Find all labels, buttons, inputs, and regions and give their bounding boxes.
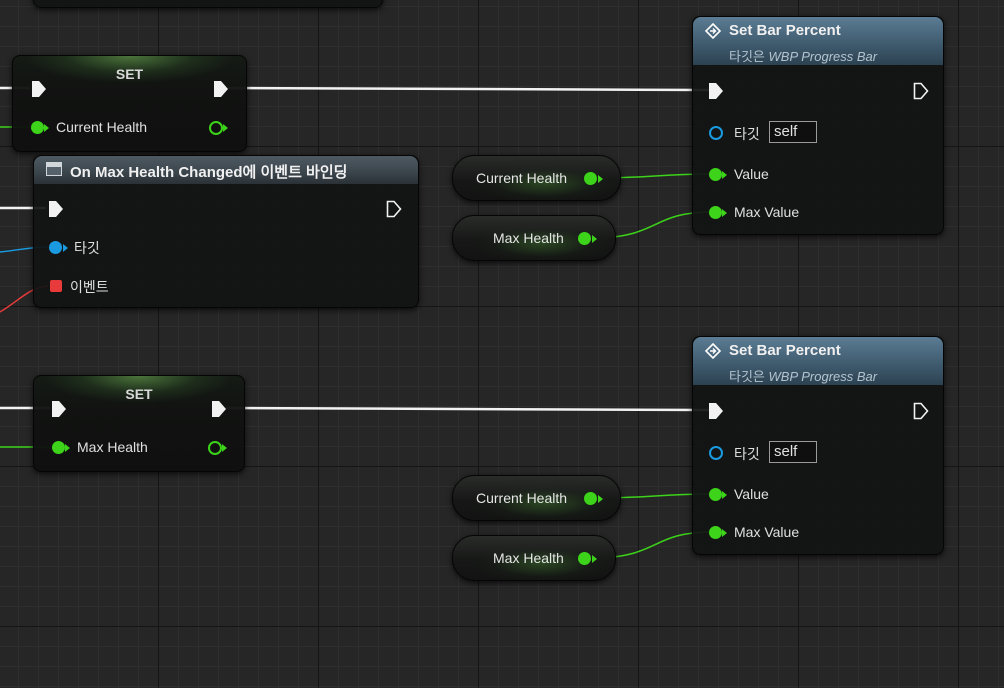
target-self-field[interactable]: self <box>769 121 817 143</box>
getter-output-pin[interactable] <box>584 492 597 505</box>
exec-out-pin[interactable] <box>913 82 929 100</box>
max-value-pin[interactable] <box>709 526 722 539</box>
pin-arrow-icon <box>63 244 68 252</box>
getter-label: Current Health <box>476 170 568 186</box>
exec-out-pin[interactable] <box>211 400 227 418</box>
max-health-output-pin[interactable] <box>208 441 222 455</box>
exec-in-pin[interactable] <box>48 200 64 218</box>
exec-wire <box>227 86 711 92</box>
max-value-pin[interactable] <box>709 206 722 219</box>
function-icon <box>705 23 721 39</box>
event-delegate-pin[interactable] <box>50 280 62 292</box>
function-subtitle: 타깃은 WBP Progress Bar <box>729 46 877 65</box>
max-health-input-pin[interactable] <box>52 441 65 454</box>
target-pin[interactable] <box>709 126 723 140</box>
set-node-title: SET <box>13 56 246 92</box>
exec-in-pin[interactable] <box>708 402 724 420</box>
target-label: 타깃 <box>734 126 760 142</box>
function-header: Set Bar Percent 타깃은 WBP Progress Bar <box>693 17 943 65</box>
exec-wire <box>225 406 711 412</box>
max-value-label: Max Value <box>734 524 800 540</box>
pin-arrow-icon <box>223 124 228 132</box>
pin-arrow-icon <box>722 529 727 537</box>
target-label: 타깃 <box>74 240 100 256</box>
set-current-health-node[interactable]: SET Current Health <box>12 55 247 152</box>
bind-event-title: On Max Health Changed에 이벤트 바인딩 <box>70 164 348 181</box>
value-pin[interactable] <box>709 168 722 181</box>
subtitle-prefix: 타깃은 <box>729 369 769 384</box>
pin-arrow-icon <box>722 171 727 179</box>
pin-arrow-icon <box>722 491 727 499</box>
function-icon <box>705 343 721 359</box>
exec-out-pin[interactable] <box>386 200 402 218</box>
set-variable-label: Max Health <box>77 439 148 455</box>
pin-arrow-icon <box>222 444 227 452</box>
bind-event-node[interactable]: On Max Health Changed에 이벤트 바인딩 타깃 이벤트 <box>33 155 419 308</box>
event-dispatcher-icon <box>46 162 62 176</box>
offscreen-node[interactable] <box>33 0 383 8</box>
set-bar-percent-node[interactable]: Set Bar Percent 타깃은 WBP Progress Bar 타깃 … <box>692 336 944 555</box>
subtitle-target: WBP Progress Bar <box>768 369 878 384</box>
max-health-getter[interactable]: Max Health <box>452 535 616 581</box>
exec-out-pin[interactable] <box>913 402 929 420</box>
pin-arrow-icon <box>598 495 603 503</box>
getter-label: Current Health <box>476 490 568 506</box>
getter-output-pin[interactable] <box>578 232 591 245</box>
subtitle-prefix: 타깃은 <box>729 49 769 64</box>
max-value-label: Max Value <box>734 204 800 220</box>
exec-out-pin[interactable] <box>213 80 229 98</box>
current-health-output-pin[interactable] <box>209 121 223 135</box>
value-label: Value <box>734 486 769 502</box>
function-title: Set Bar Percent <box>729 342 841 359</box>
target-self-field[interactable]: self <box>769 441 817 463</box>
pin-arrow-icon <box>722 209 727 217</box>
bind-event-header: On Max Health Changed에 이벤트 바인딩 <box>34 156 418 184</box>
target-pin[interactable] <box>49 241 62 254</box>
exec-in-pin[interactable] <box>708 82 724 100</box>
pin-arrow-icon <box>592 555 597 563</box>
function-subtitle: 타깃은 WBP Progress Bar <box>729 366 877 385</box>
set-max-health-node[interactable]: SET Max Health <box>33 375 245 472</box>
exec-in-pin[interactable] <box>31 80 47 98</box>
function-header: Set Bar Percent 타깃은 WBP Progress Bar <box>693 337 943 385</box>
current-health-getter[interactable]: Current Health <box>452 155 621 201</box>
exec-in-pin[interactable] <box>51 400 67 418</box>
set-variable-label: Current Health <box>56 119 148 135</box>
pin-arrow-icon <box>65 444 70 452</box>
getter-label: Max Health <box>493 550 564 566</box>
current-health-getter[interactable]: Current Health <box>452 475 621 521</box>
value-pin[interactable] <box>709 488 722 501</box>
pin-arrow-icon <box>592 235 597 243</box>
getter-output-pin[interactable] <box>584 172 597 185</box>
getter-label: Max Health <box>493 230 564 246</box>
target-label: 타깃 <box>734 446 760 462</box>
event-label: 이벤트 <box>70 279 109 295</box>
subtitle-target: WBP Progress Bar <box>768 49 878 64</box>
max-health-getter[interactable]: Max Health <box>452 215 616 261</box>
value-label: Value <box>734 166 769 182</box>
pin-arrow-icon <box>598 175 603 183</box>
current-health-input-pin[interactable] <box>31 121 44 134</box>
getter-output-pin[interactable] <box>578 552 591 565</box>
target-pin[interactable] <box>709 446 723 460</box>
set-bar-percent-node[interactable]: Set Bar Percent 타깃은 WBP Progress Bar 타깃 … <box>692 16 944 235</box>
function-title: Set Bar Percent <box>729 22 841 39</box>
pin-arrow-icon <box>44 124 49 132</box>
